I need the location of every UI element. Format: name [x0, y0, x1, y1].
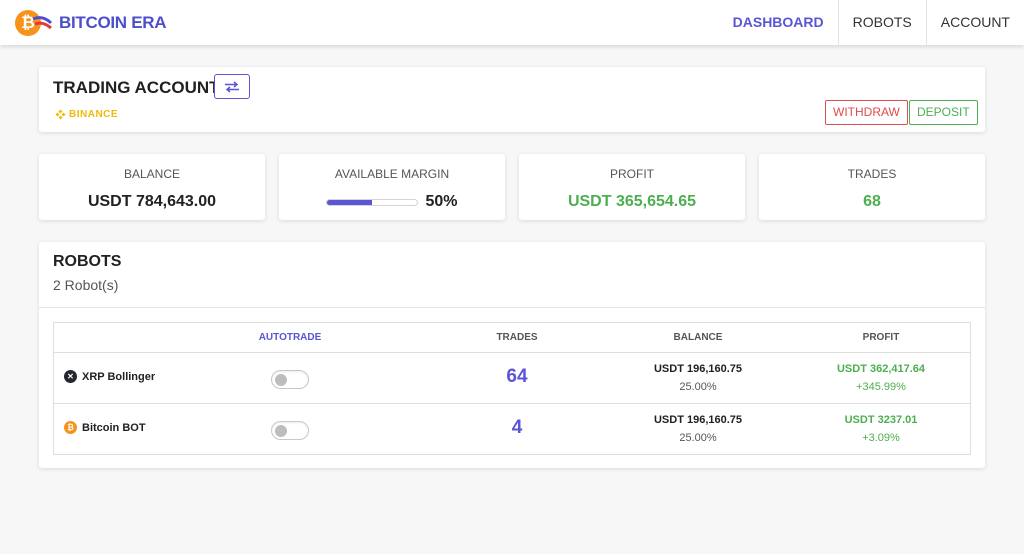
withdraw-button[interactable]: WITHDRAW [825, 100, 908, 125]
robot-balance-percent: 25.00% [679, 381, 717, 393]
robot-profit-percent: +345.99% [856, 381, 906, 393]
profit-label: PROFIT [610, 167, 654, 181]
profit-card: PROFIT USDT 365,654.65 [519, 154, 745, 220]
nav-account[interactable]: ACCOUNT [925, 0, 1024, 45]
margin-row: 50% [279, 193, 505, 211]
exchange-badge: BINANCE [55, 109, 118, 120]
robot-name-cell: ₿ Bitcoin BOT [64, 421, 146, 434]
brand-logo[interactable]: ₿ BITCOIN ERA [15, 9, 167, 37]
table-row[interactable]: ₿ Bitcoin BOT 4 USDT 196,160.75 25.00% U… [54, 404, 970, 455]
margin-progress-bar [326, 198, 419, 206]
robot-balance: USDT 196,160.75 [653, 363, 743, 375]
logo-swoosh-icon [32, 16, 53, 30]
bitcoin-logo-icon: ₿ [15, 9, 55, 37]
profit-value: USDT 365,654.65 [567, 193, 697, 210]
robot-trades: 4 [511, 417, 523, 438]
trades-value: 68 [863, 193, 881, 210]
available-margin-value: 50% [425, 193, 458, 210]
trading-account-title: TRADING ACCOUNT [53, 78, 220, 97]
robots-card: ROBOTS 2 Robot(s) AUTOTRADE TRADES BALAN… [39, 242, 985, 468]
autotrade-toggle[interactable] [271, 370, 309, 389]
robots-count: 2 Robot(s) [53, 277, 119, 293]
divider [39, 307, 985, 308]
trades-label: TRADES [847, 167, 897, 181]
deposit-button[interactable]: DEPOSIT [909, 100, 978, 125]
nav-robots[interactable]: ROBOTS [837, 0, 926, 45]
robot-balance: USDT 196,160.75 [653, 414, 743, 426]
swap-arrows-icon [225, 80, 239, 93]
robot-profit: USDT 3237.01 [844, 414, 918, 426]
trades-card: TRADES 68 [759, 154, 985, 220]
robot-trades: 64 [506, 366, 528, 387]
robot-name-cell: ✕ XRP Bollinger [64, 370, 155, 383]
balance-label: BALANCE [123, 167, 181, 181]
robots-table-header: AUTOTRADE TRADES BALANCE PROFIT [54, 323, 970, 353]
robots-title: ROBOTS [53, 253, 122, 270]
available-margin-label: AVAILABLE MARGIN [334, 167, 450, 181]
switch-account-button[interactable] [214, 74, 250, 99]
column-header-autotrade[interactable]: AUTOTRADE [220, 332, 360, 343]
nav-dashboard[interactable]: DASHBOARD [713, 0, 838, 45]
robot-balance-percent: 25.00% [679, 432, 717, 444]
main-nav: DASHBOARD ROBOTS ACCOUNT [713, 0, 1024, 45]
robot-name: Bitcoin BOT [82, 421, 146, 434]
table-row[interactable]: ✕ XRP Bollinger 64 USDT 196,160.75 25.00… [54, 353, 970, 404]
brand-name: BITCOIN ERA [59, 13, 167, 32]
column-header-profit[interactable]: PROFIT [811, 332, 951, 343]
autotrade-toggle[interactable] [271, 421, 309, 440]
exchange-name: BINANCE [69, 109, 119, 120]
balance-value: USDT 784,643.00 [87, 193, 217, 210]
top-navbar: ₿ BITCOIN ERA DASHBOARD ROBOTS ACCOUNT [0, 0, 1024, 45]
xrp-icon: ✕ [64, 370, 77, 383]
column-header-trades[interactable]: TRADES [447, 332, 587, 343]
column-header-balance[interactable]: BALANCE [628, 332, 768, 343]
balance-card: BALANCE USDT 784,643.00 [39, 154, 265, 220]
toggle-knob [275, 374, 287, 386]
toggle-knob [275, 425, 287, 437]
robot-profit: USDT 362,417.64 [836, 363, 926, 375]
trading-account-card: TRADING ACCOUNT BINANCE WITHDRAW DEPOSIT [39, 67, 985, 132]
robot-profit-percent: +3.09% [862, 432, 900, 444]
margin-progress-fill [327, 199, 373, 205]
available-margin-card: AVAILABLE MARGIN 50% [279, 154, 505, 220]
binance-icon [55, 109, 66, 120]
robot-name: XRP Bollinger [82, 370, 156, 383]
robots-table: AUTOTRADE TRADES BALANCE PROFIT ✕ XRP Bo… [53, 322, 971, 455]
bitcoin-icon: ₿ [64, 421, 77, 434]
